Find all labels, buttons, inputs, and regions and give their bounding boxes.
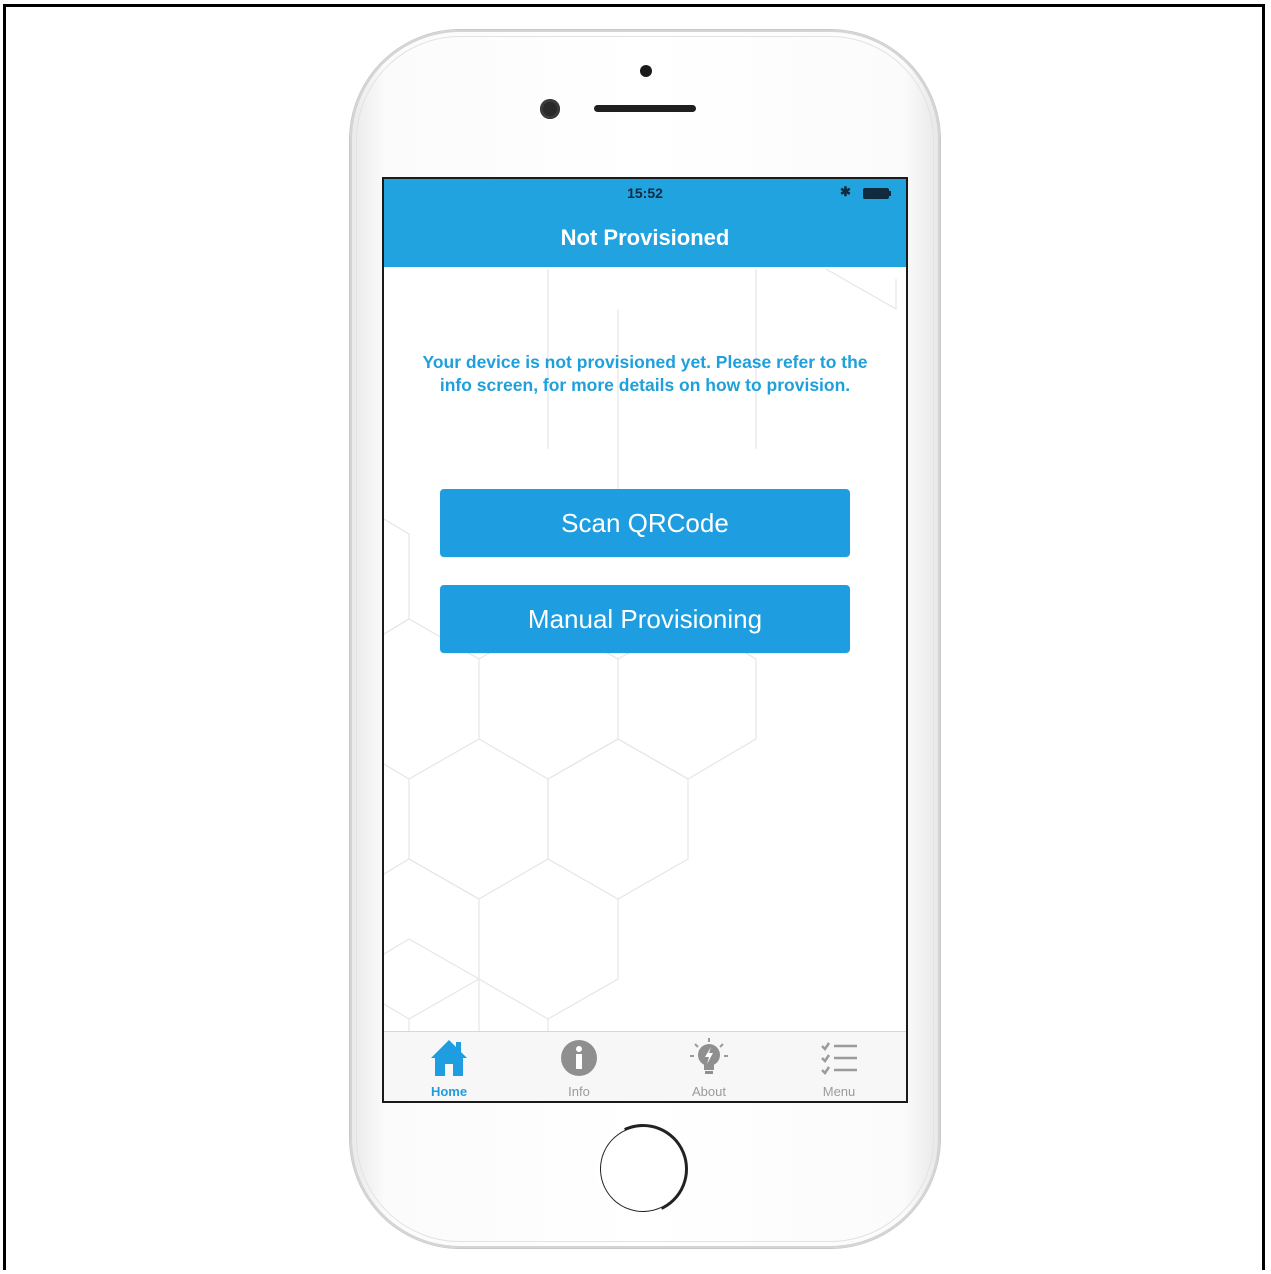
front-camera bbox=[540, 99, 560, 119]
scan-qrcode-button[interactable]: Scan QRCode bbox=[440, 489, 850, 557]
page-title: Not Provisioned bbox=[560, 225, 730, 250]
checklist-icon bbox=[821, 1042, 857, 1075]
manual-provisioning-button[interactable]: Manual Provisioning bbox=[440, 585, 850, 653]
nav-bar: 15:52 ✱ Not Provisioned bbox=[384, 179, 906, 267]
tab-about-label: About bbox=[692, 1084, 726, 1099]
tab-menu-label: Menu bbox=[822, 1084, 856, 1099]
hardware-home-button[interactable] bbox=[598, 1124, 688, 1214]
tab-bar: Home Info About Menu bbox=[384, 1031, 906, 1101]
not-provisioned-message: Your device is not provisioned yet. Plea… bbox=[422, 352, 868, 395]
tab-info-label: Info bbox=[568, 1084, 590, 1099]
battery-icon bbox=[863, 188, 891, 199]
info-icon bbox=[561, 1040, 597, 1076]
tab-home[interactable]: Home bbox=[384, 1032, 514, 1101]
lightbulb-icon bbox=[690, 1038, 728, 1074]
home-icon bbox=[431, 1040, 467, 1076]
proximity-sensor bbox=[640, 65, 652, 77]
status-time: 15:52 bbox=[627, 185, 663, 201]
earpiece-speaker bbox=[594, 105, 696, 112]
app-screen: 15:52 ✱ Not Provisioned Your device is n… bbox=[382, 177, 908, 1103]
tab-info[interactable]: Info bbox=[514, 1032, 644, 1101]
tab-about[interactable]: About bbox=[644, 1032, 774, 1101]
bluetooth-icon: ✱ bbox=[840, 184, 851, 199]
tab-menu[interactable]: Menu bbox=[774, 1032, 904, 1101]
tab-home-label: Home bbox=[430, 1084, 468, 1099]
